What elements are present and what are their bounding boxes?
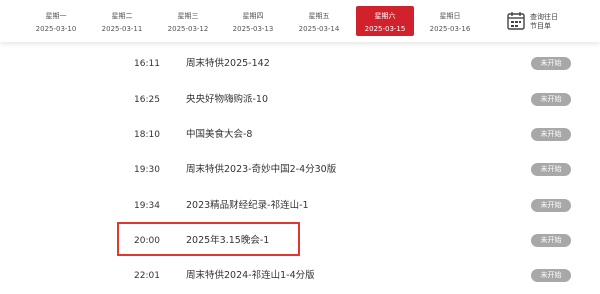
status-badge: 未开始 (531, 269, 571, 282)
program-title: 周末特供2024-祁连山1-4分版 (186, 270, 315, 281)
status-badge: 未开始 (531, 128, 571, 141)
status-badge: 未开始 (531, 234, 571, 247)
program-row[interactable]: 18:10 中国美食大会-8 未开始 (0, 117, 600, 153)
program-title: 周末特供2025-142 (186, 58, 270, 69)
program-time: 19:30 (134, 165, 160, 175)
date-tab-thursday[interactable]: 星期四 2025-03-13 (224, 6, 282, 36)
program-time: 16:25 (134, 95, 160, 105)
status-badge: 未开始 (531, 163, 571, 176)
date-label: 2025-03-11 (101, 25, 143, 33)
program-title: 周末特供2023-奇妙中国2-4分30版 (186, 164, 337, 175)
history-link-line1: 查询往日 (530, 13, 558, 21)
date-tab-monday[interactable]: 星期一 2025-03-10 (27, 6, 85, 36)
date-label: 2025-03-10 (35, 25, 77, 33)
status-badge: 未开始 (531, 57, 571, 70)
date-selector-bar: 星期一 2025-03-10 星期二 2025-03-11 星期三 2025-0… (0, 0, 600, 42)
program-row[interactable]: 20:00 2025年3.15晚会-1 未开始 (0, 223, 600, 259)
date-tab-tuesday[interactable]: 星期二 2025-03-11 (93, 6, 151, 36)
program-title: 中国美食大会-8 (186, 129, 253, 140)
date-tab-saturday[interactable]: 星期六 2025-03-15 (356, 6, 414, 36)
date-tab-friday[interactable]: 星期五 2025-03-14 (290, 6, 348, 36)
weekday-label: 星期六 (374, 12, 396, 20)
program-row[interactable]: 16:11 周末特供2025-142 未开始 (0, 46, 600, 82)
program-row[interactable]: 19:30 周末特供2023-奇妙中国2-4分30版 未开始 (0, 152, 600, 188)
weekday-label: 星期五 (308, 12, 330, 20)
program-time: 18:10 (134, 130, 160, 140)
date-label: 2025-03-12 (167, 25, 209, 33)
weekday-label: 星期四 (242, 12, 264, 20)
program-title: 2023精品财经纪录-祁连山-1 (186, 200, 309, 211)
program-time: 19:34 (134, 201, 160, 211)
history-schedule-link[interactable]: 查询往日 节目单 (530, 13, 558, 31)
date-label: 2025-03-13 (232, 25, 274, 33)
date-label: 2025-03-16 (429, 25, 471, 33)
weekday-label: 星期二 (111, 12, 133, 20)
status-badge: 未开始 (531, 93, 571, 106)
program-row[interactable]: 16:25 央央好物嗨购派-10 未开始 (0, 82, 600, 118)
date-label: 2025-03-15 (364, 25, 406, 33)
date-label: 2025-03-14 (298, 25, 340, 33)
program-row[interactable]: 22:01 周末特供2024-祁连山1-4分版 未开始 (0, 258, 600, 294)
program-time: 16:11 (134, 59, 160, 69)
date-tab-sunday[interactable]: 星期日 2025-03-16 (421, 6, 479, 36)
program-title: 央央好物嗨购派-10 (186, 94, 269, 105)
weekday-label: 星期一 (45, 12, 67, 20)
history-link-line2: 节目单 (530, 22, 551, 30)
date-tab-wednesday[interactable]: 星期三 2025-03-12 (159, 6, 217, 36)
program-time: 22:01 (134, 271, 160, 281)
weekday-label: 星期日 (439, 12, 461, 20)
program-row[interactable]: 19:34 2023精品财经纪录-祁连山-1 未开始 (0, 188, 600, 224)
program-time: 20:00 (134, 236, 160, 246)
program-title: 2025年3.15晚会-1 (186, 235, 270, 246)
calendar-icon[interactable] (507, 11, 525, 30)
weekday-label: 星期三 (177, 12, 199, 20)
status-badge: 未开始 (531, 199, 571, 212)
